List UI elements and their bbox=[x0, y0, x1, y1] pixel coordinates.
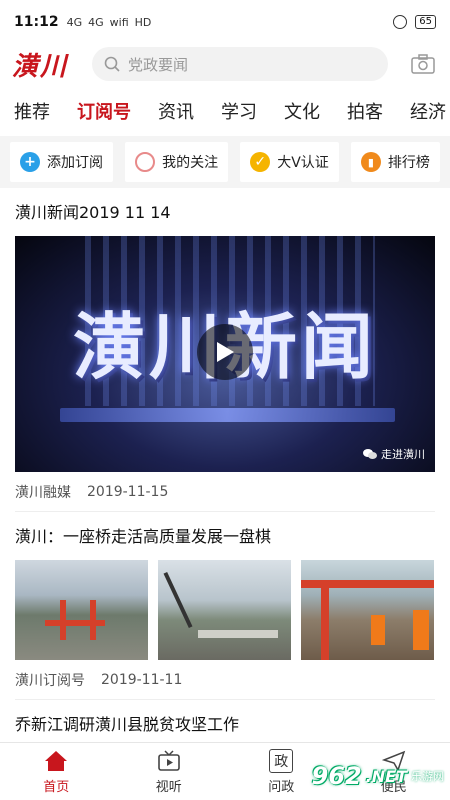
search-icon bbox=[104, 56, 120, 72]
signal-indicators: 4G 4G wifi HD bbox=[67, 16, 152, 29]
search-placeholder: 党政要闻 bbox=[128, 55, 189, 74]
camera-button[interactable] bbox=[408, 49, 438, 79]
tabbar-media[interactable]: 视听 bbox=[113, 743, 226, 800]
ranking-icon: ▮ bbox=[360, 152, 381, 172]
ranking-label: 排行榜 bbox=[387, 155, 430, 171]
watermark-suffix: .NET bbox=[365, 766, 407, 786]
tab-news[interactable]: 资讯 bbox=[158, 98, 194, 124]
article-date: 2019-11-11 bbox=[101, 671, 183, 688]
article-title: 潢川：一座桥走活高质量发展一盘棋 bbox=[15, 527, 272, 546]
video-watermark: 走进潢川 bbox=[363, 446, 425, 462]
app-header: 潢川 党政要闻 bbox=[0, 44, 450, 84]
tab-subscription[interactable]: 订阅号 bbox=[77, 98, 131, 124]
tab-study[interactable]: 学习 bbox=[221, 98, 257, 124]
thumbnail-image bbox=[301, 560, 434, 660]
tv-icon bbox=[157, 749, 181, 773]
video-player[interactable]: 潢川新闻 走进潢川 bbox=[15, 236, 435, 472]
wechat-icon bbox=[363, 449, 377, 459]
status-bar: 11:12 4G 4G wifi HD 65 bbox=[0, 0, 450, 44]
worker-shape bbox=[413, 610, 429, 650]
status-time: 11:12 bbox=[14, 14, 59, 30]
battery-icon: 65 bbox=[415, 15, 436, 29]
watermark-sub: 乐游网 bbox=[411, 770, 444, 783]
crane-shape bbox=[45, 620, 105, 626]
play-icon bbox=[217, 342, 234, 362]
article-meta: 潢川融媒 2019-11-15 bbox=[15, 472, 435, 512]
article-meta: 潢川订阅号 2019-11-11 bbox=[15, 660, 435, 700]
big-v-verify-button[interactable]: ✓ 大V认证 bbox=[240, 142, 339, 182]
signal-icon-1: 4G bbox=[66, 15, 83, 29]
article-title: 潢川新闻2019 11 14 bbox=[15, 203, 171, 222]
category-tabs: 推荐 订阅号 资讯 学习 文化 拍客 经济 bbox=[0, 86, 450, 136]
plus-icon: + bbox=[20, 152, 41, 172]
quick-actions: + 添加订阅 我的关注 ✓ 大V认证 ▮ 排行榜 bbox=[0, 136, 450, 188]
tab-culture[interactable]: 文化 bbox=[284, 98, 320, 124]
add-subscription-label: 添加订阅 bbox=[47, 155, 104, 171]
video-strip bbox=[60, 408, 395, 422]
tabbar-home-label: 首页 bbox=[43, 779, 70, 795]
site-watermark: 962 .NET 乐游网 bbox=[312, 762, 444, 790]
ranking-button[interactable]: ▮ 排行榜 bbox=[350, 142, 440, 182]
my-follows-button[interactable]: 我的关注 bbox=[125, 142, 229, 182]
article-item[interactable]: 潢川新闻2019 11 14 潢川新闻 走进潢川 潢川融媒 2019-11-15 bbox=[0, 188, 450, 512]
camera-icon bbox=[411, 54, 435, 74]
article-title: 乔新江调研潢川县脱贫攻坚工作 bbox=[15, 715, 240, 734]
add-subscription-button[interactable]: + 添加订阅 bbox=[10, 142, 114, 182]
play-button[interactable] bbox=[197, 324, 253, 380]
bridge-shape bbox=[198, 630, 278, 638]
tab-recommend[interactable]: 推荐 bbox=[14, 98, 50, 124]
watermark-number: 962 bbox=[311, 762, 362, 790]
tab-paike[interactable]: 拍客 bbox=[347, 98, 383, 124]
search-input[interactable]: 党政要闻 bbox=[92, 47, 388, 81]
check-badge-icon: ✓ bbox=[250, 152, 271, 172]
article-item[interactable]: 潢川：一座桥走活高质量发展一盘棋 潢川订阅号 2019-11-11 bbox=[0, 512, 450, 700]
crane-shape bbox=[321, 580, 329, 660]
crane-shape bbox=[60, 600, 66, 640]
tabbar-media-label: 视听 bbox=[155, 779, 182, 795]
article-source: 潢川订阅号 bbox=[15, 672, 85, 689]
worker-shape bbox=[371, 615, 385, 645]
rotation-lock-icon bbox=[393, 15, 408, 29]
crane-shape bbox=[163, 571, 193, 629]
video-watermark-text: 走进潢川 bbox=[381, 448, 425, 461]
bottom-tab-bar: 首页 视听 政 问政 便民 962 .NET 乐游网 bbox=[0, 742, 450, 800]
thumbnail-image bbox=[15, 560, 148, 660]
thumbnail-image bbox=[158, 560, 291, 660]
home-icon bbox=[44, 749, 68, 773]
signal-icon-2: 4G bbox=[88, 15, 104, 29]
tab-economy[interactable]: 经济 bbox=[410, 98, 446, 124]
app-logo: 潢川 bbox=[12, 51, 69, 82]
article-thumbnails bbox=[15, 560, 435, 660]
circle-icon bbox=[135, 152, 156, 172]
tabbar-home[interactable]: 首页 bbox=[0, 743, 113, 800]
article-item[interactable]: 乔新江调研潢川县脱贫攻坚工作 bbox=[0, 700, 450, 736]
crane-shape bbox=[90, 600, 96, 640]
tabbar-wenzheng-label: 问政 bbox=[268, 779, 295, 795]
article-date: 2019-11-15 bbox=[87, 483, 169, 500]
my-follows-label: 我的关注 bbox=[162, 155, 219, 171]
zheng-icon: 政 bbox=[269, 748, 294, 773]
article-source: 潢川融媒 bbox=[15, 484, 71, 501]
big-v-verify-label: 大V认证 bbox=[277, 155, 329, 171]
hd-icon: HD bbox=[134, 15, 152, 29]
zheng-glyph: 政 bbox=[274, 753, 289, 770]
wifi-icon: wifi bbox=[109, 15, 129, 29]
